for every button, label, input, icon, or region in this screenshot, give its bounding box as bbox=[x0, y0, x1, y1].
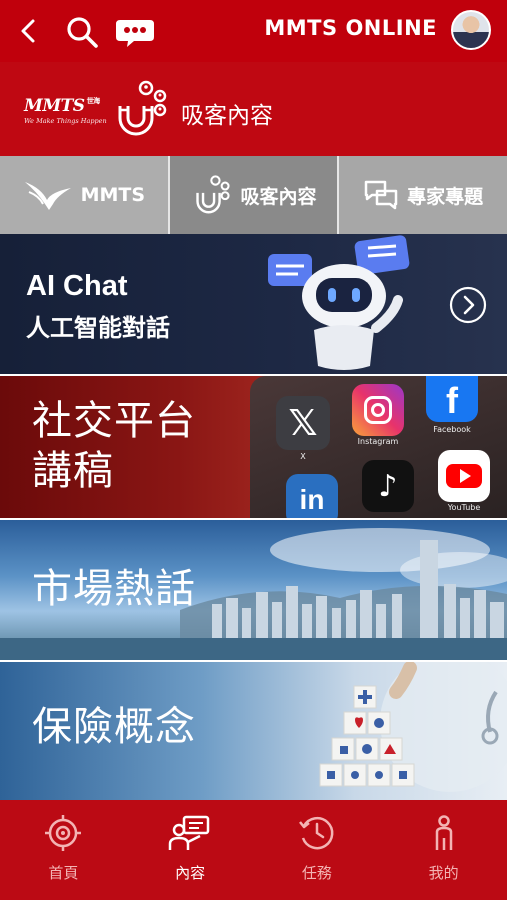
app-title: MMTS ONLINE bbox=[264, 16, 437, 40]
nav-label: 任務 bbox=[301, 864, 332, 882]
insurance-concept-banner[interactable]: 保險概念 bbox=[0, 662, 507, 800]
instagram-app-icon bbox=[352, 384, 404, 436]
chatbot-icon[interactable] bbox=[114, 14, 156, 50]
magnet-people-icon bbox=[118, 80, 167, 136]
top-bar: MMTS ONLINE bbox=[0, 0, 507, 62]
chat-bubbles-icon bbox=[364, 180, 398, 210]
eagle-logo-icon bbox=[24, 182, 71, 210]
section-header: MMTS 世海 We Make Things Happen 吸客內容 bbox=[0, 62, 507, 156]
tab-expert-topics[interactable]: 專家專題 bbox=[339, 156, 507, 234]
x-app-label: X bbox=[300, 452, 306, 461]
robot-illustration bbox=[268, 235, 410, 370]
tiktok-app-icon: ♪ bbox=[362, 460, 414, 512]
insurance-title: 保險概念 bbox=[32, 704, 196, 750]
clock-history-icon bbox=[298, 816, 334, 850]
search-icon[interactable] bbox=[64, 14, 100, 50]
arrow-right-circle-icon[interactable] bbox=[449, 286, 487, 324]
tab-label: MMTS bbox=[80, 184, 146, 206]
youtube-app-icon bbox=[438, 450, 490, 502]
brand-tagline: We Make Things Happen bbox=[24, 117, 107, 125]
user-avatar[interactable] bbox=[451, 10, 491, 50]
target-home-icon bbox=[45, 815, 82, 851]
person-icon bbox=[435, 815, 452, 850]
ai-chat-subtitle: 人工智能對話 bbox=[26, 314, 170, 342]
section-title: 吸客內容 bbox=[181, 103, 273, 129]
brand-logo-text: MMTS bbox=[24, 96, 85, 116]
nav-content[interactable]: 內容 bbox=[127, 800, 254, 900]
nav-tasks[interactable]: 任務 bbox=[254, 800, 381, 900]
x-app-icon: 𝕏 bbox=[276, 396, 330, 450]
tab-lead-content[interactable]: 吸客內容 bbox=[169, 156, 340, 234]
magnet-people-icon bbox=[195, 175, 230, 214]
mmts-brand-logo: MMTS 世海 We Make Things Happen bbox=[24, 96, 107, 125]
nav-mine[interactable]: 我的 bbox=[380, 800, 507, 900]
brand-logo-suffix: 世海 bbox=[86, 96, 101, 105]
market-talk-banner[interactable]: 市場熱話 bbox=[0, 520, 507, 660]
content-person-icon bbox=[168, 815, 210, 850]
nav-label: 內容 bbox=[175, 864, 206, 882]
nav-label: 我的 bbox=[428, 864, 459, 882]
ai-chat-title: AI Chat bbox=[26, 270, 128, 302]
social-title-line1: 社交平台 bbox=[32, 398, 196, 444]
nav-home[interactable]: 首頁 bbox=[0, 800, 127, 900]
tab-mmts[interactable]: MMTS bbox=[0, 156, 170, 234]
social-title-line2: 講稿 bbox=[32, 448, 114, 494]
insurance-blocks-illustration bbox=[319, 662, 507, 792]
youtube-app-label: YouTube bbox=[447, 503, 481, 512]
social-title: 社交平台 講稿 bbox=[32, 396, 196, 496]
linkedin-app-icon: in bbox=[286, 474, 338, 518]
market-title: 市場熱話 bbox=[32, 566, 196, 612]
ai-chat-banner[interactable]: AI Chat 人工智能對話 bbox=[0, 234, 507, 374]
content-tabs: MMTS 吸客內容 專家專題 bbox=[0, 156, 507, 234]
nav-label: 首頁 bbox=[48, 864, 79, 882]
facebook-app-label: Facebook bbox=[433, 425, 471, 434]
tab-label: 專家專題 bbox=[407, 185, 484, 208]
bottom-nav: 首頁 內容 任務 我的 bbox=[0, 800, 507, 900]
tab-label: 吸客內容 bbox=[240, 185, 317, 208]
social-platform-banner[interactable]: 社交平台 講稿 𝕏 X Instagram f Facebook in ♪ Yo… bbox=[0, 376, 507, 518]
facebook-app-icon: f bbox=[426, 376, 478, 422]
back-arrow-icon[interactable] bbox=[14, 16, 44, 46]
instagram-app-label: Instagram bbox=[357, 437, 399, 446]
